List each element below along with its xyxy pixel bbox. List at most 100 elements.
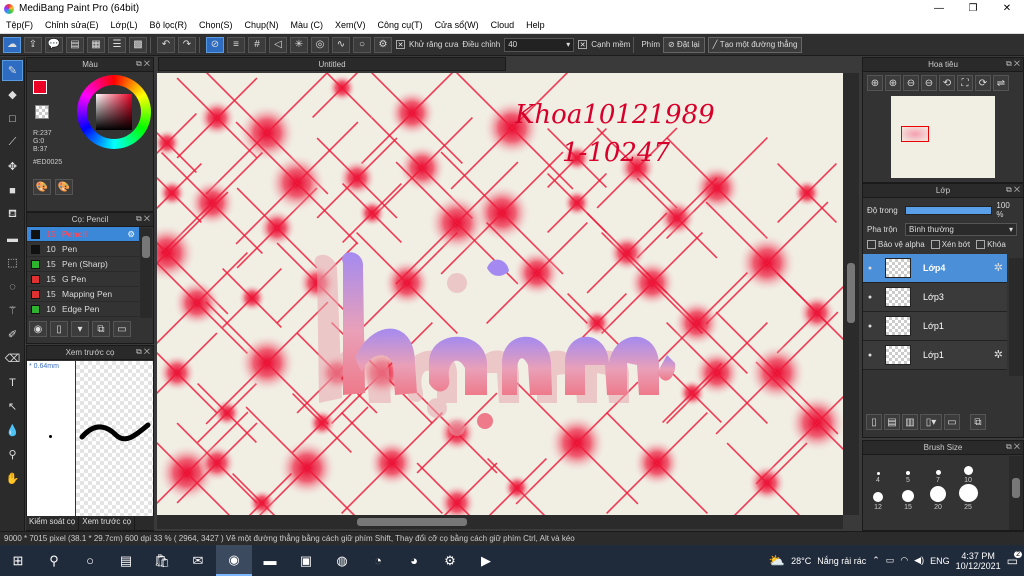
menu-edit[interactable]: Chỉnh sửa(E): [39, 20, 105, 30]
edge-icon[interactable]: ◔: [360, 545, 396, 576]
weather-icon[interactable]: ⛅: [769, 553, 785, 569]
canvas[interactable]: Khoa10121989 1-10247: [157, 73, 843, 515]
comment-icon[interactable]: 💬: [45, 36, 63, 53]
select-tool-icon[interactable]: ⬚: [2, 252, 23, 273]
saturation-square[interactable]: [96, 94, 132, 130]
antialias-checkbox[interactable]: ✕: [396, 40, 405, 49]
brush-size-option[interactable]: 25: [953, 484, 983, 511]
menu-select[interactable]: Chọn(S): [193, 20, 239, 30]
move-tool-icon[interactable]: ✥: [2, 156, 23, 177]
eraser-tool-icon[interactable]: ◆: [2, 84, 23, 105]
curve-snap-icon[interactable]: ∿: [332, 36, 350, 53]
select-eraser-tool-icon[interactable]: ⌫: [2, 348, 23, 369]
menu-layer[interactable]: Lớp(L): [105, 20, 144, 30]
new-brush-icon[interactable]: ▯: [50, 321, 68, 337]
brush-folder-icon[interactable]: ▭: [113, 321, 131, 337]
file-explorer-icon[interactable]: ▬: [252, 545, 288, 576]
menu-filter[interactable]: Bộ lọc(R): [143, 20, 193, 30]
layer-row[interactable]: ● Lớp1: [863, 312, 1007, 341]
brush-list-item[interactable]: 10 Pen: [27, 242, 139, 257]
undo-icon[interactable]: ↶: [157, 36, 175, 53]
panel-float-close-icon[interactable]: ⧉ ✕: [1006, 59, 1020, 69]
menu-window[interactable]: Cửa sổ(W): [429, 20, 485, 30]
navigator-thumbnail[interactable]: [891, 96, 995, 178]
lock-checkbox[interactable]: [976, 240, 986, 249]
circle-snap-icon[interactable]: ○: [353, 36, 371, 53]
zoom-out-icon[interactable]: ⊖: [903, 75, 919, 91]
task-view-icon[interactable]: ○: [72, 545, 108, 576]
clock[interactable]: 4:37 PM 10/12/2021: [956, 551, 1001, 571]
layer-settings-icon[interactable]: ✲: [994, 261, 1003, 274]
brush-list-item[interactable]: 15 G Pen: [27, 272, 139, 287]
text-tool-icon[interactable]: T: [2, 372, 23, 393]
straight-line-button[interactable]: ╱ Tạo một đường thẳng: [707, 36, 803, 53]
layer-settings-icon[interactable]: ✲: [994, 348, 1003, 361]
add-layer-menu-icon[interactable]: ▯▾: [920, 414, 942, 430]
artwork[interactable]: Khoa10121989 1-10247: [157, 73, 843, 515]
redo-icon[interactable]: ↷: [178, 36, 196, 53]
concentric-snap-icon[interactable]: ◎: [311, 36, 329, 53]
brush-size-option[interactable]: 20: [923, 484, 953, 511]
opacity-slider[interactable]: [904, 205, 993, 215]
duplicate-layer-icon[interactable]: ⧉: [970, 414, 986, 430]
notification-icon[interactable]: ▭ 2: [1007, 550, 1022, 568]
panel-float-close-icon[interactable]: ⧉ ✕: [1006, 185, 1020, 195]
new-layer-icon[interactable]: ▯: [866, 414, 882, 430]
list-icon[interactable]: ☰: [108, 36, 126, 53]
panel-float-close-icon[interactable]: ⧉ ✕: [136, 214, 150, 224]
lasso-tool-icon[interactable]: ◌: [2, 276, 23, 297]
cross-snap-icon[interactable]: #: [248, 36, 266, 53]
line-tool-icon[interactable]: ⟋: [2, 132, 23, 153]
new-8bit-layer-icon[interactable]: ▥: [902, 414, 918, 430]
zoom-in-icon[interactable]: ⊕: [867, 75, 883, 91]
chrome-icon[interactable]: ◕: [396, 545, 432, 576]
brush-settings-icon[interactable]: ◉: [29, 321, 47, 337]
brush-size-option[interactable]: 15: [893, 484, 923, 511]
operation-tool-icon[interactable]: ↖: [2, 396, 23, 417]
vanishing-point-icon[interactable]: ◁: [269, 36, 287, 53]
brush-size-option[interactable]: 5: [893, 457, 923, 484]
copy-brush-icon[interactable]: ⧉: [92, 321, 110, 337]
layer-row[interactable]: ● Lớp3: [863, 283, 1007, 312]
brush-list-scrollbar[interactable]: [140, 228, 152, 318]
network-icon[interactable]: ▭: [886, 555, 895, 566]
color-wheel[interactable]: [77, 75, 151, 149]
weather-text[interactable]: Nắng rải rác: [817, 556, 866, 566]
flip-icon[interactable]: ⇌: [993, 75, 1009, 91]
menu-file[interactable]: Tệp(F): [0, 20, 39, 30]
brush-size-option[interactable]: 12: [863, 484, 893, 511]
gradient-tool-icon[interactable]: ▬: [2, 228, 23, 249]
magic-wand-tool-icon[interactable]: ⚚: [2, 300, 23, 321]
adjust-dropdown[interactable]: 40 ▾: [504, 37, 575, 52]
layer-folder-icon[interactable]: ▭: [944, 414, 960, 430]
visibility-icon[interactable]: ●: [863, 294, 877, 301]
panel-float-close-icon[interactable]: ⧉ ✕: [136, 347, 150, 357]
zoom-icon[interactable]: ▶: [468, 545, 504, 576]
clipping-checkbox[interactable]: [930, 240, 940, 249]
mail-icon[interactable]: ✉: [180, 545, 216, 576]
eyedropper-tool-icon[interactable]: ⚲: [2, 444, 23, 465]
search-icon[interactable]: ⚲: [36, 545, 72, 576]
menu-view[interactable]: Xem(V): [329, 20, 372, 30]
visibility-icon[interactable]: ●: [863, 323, 877, 330]
brush-size-option[interactable]: 7: [923, 457, 953, 484]
menu-color[interactable]: Màu (C): [285, 20, 330, 30]
layer-row[interactable]: ● Lớp1 ✲: [863, 341, 1007, 370]
wifi-icon[interactable]: ◠: [900, 555, 908, 566]
brush-tool-icon[interactable]: ✎: [2, 60, 23, 81]
hand-tool-icon[interactable]: ✋: [2, 468, 23, 489]
fit-icon[interactable]: ⛶: [957, 75, 973, 91]
rotate-right-icon[interactable]: ⟳: [975, 75, 991, 91]
tray-expand-icon[interactable]: ⌃: [872, 555, 880, 566]
zalo-icon[interactable]: ◍: [324, 545, 360, 576]
radial-snap-icon[interactable]: ✳: [290, 36, 308, 53]
tab-brush-control[interactable]: Kiểm soát cọ: [26, 516, 80, 530]
share-icon[interactable]: ⇪: [24, 36, 42, 53]
protect-alpha-checkbox[interactable]: [867, 240, 876, 249]
brush-list-item[interactable]: 15 Mapping Pen: [27, 287, 139, 302]
document-icon[interactable]: ▦: [87, 36, 105, 53]
new-halftone-layer-icon[interactable]: ▤: [884, 414, 900, 430]
language-indicator[interactable]: ENG: [930, 556, 950, 566]
palette-icon[interactable]: 🎨: [33, 179, 51, 195]
snap-settings-icon[interactable]: ⚙: [374, 36, 392, 53]
